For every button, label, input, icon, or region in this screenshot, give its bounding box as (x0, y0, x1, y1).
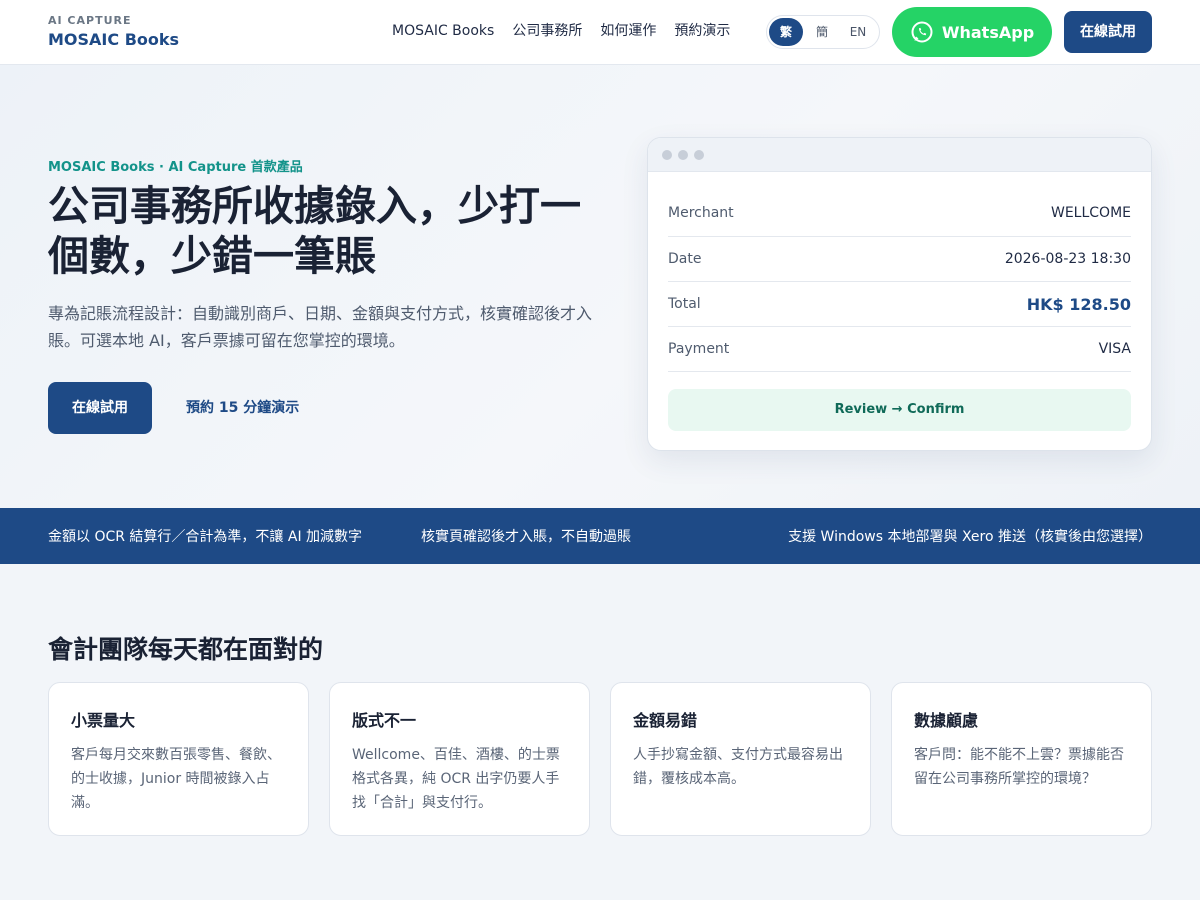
brand-kicker: AI CAPTURE (48, 14, 132, 27)
pain-card-title: 小票量大 (71, 711, 136, 730)
lang-simplified-button[interactable]: 簡 (805, 18, 839, 46)
window-titlebar (648, 138, 1151, 172)
pain-card: 數據顧慮 客戶問：能不能不上雲？票據能否留在公司事務所掌控的環境？ (891, 682, 1152, 836)
receipt-value: VISA (1098, 341, 1131, 357)
hero-trial-button[interactable]: 在線試用 (48, 382, 152, 434)
nav-link-how-it-works[interactable]: 如何運作 (600, 20, 656, 42)
stripe-item: 核實頁確認後才入賬，不自動過賬 (421, 529, 631, 545)
receipt-label: Total (668, 296, 701, 312)
lang-traditional-button[interactable]: 繁 (769, 18, 803, 46)
pain-card-body: 人手抄寫金額、支付方式最容易出錯，覆核成本高。 (633, 747, 843, 787)
hero-section: MOSAIC Books · AI Capture 首款產品 公司事務所收據錄入… (0, 65, 1200, 508)
receipt-label: Date (668, 251, 702, 267)
nav-link-mosaic-books[interactable]: MOSAIC Books (392, 20, 494, 42)
nav-link-firms[interactable]: 公司事務所 (512, 20, 582, 42)
pain-card-body: 客戶每月交來數百張零售、餐飲、的士收據，Junior 時間被錄入占滿。 (71, 747, 281, 811)
window-dot-icon (694, 149, 704, 160)
receipt-value: 2026-08-23 18:30 (1004, 251, 1131, 267)
receipt-row-total: Total HK$ 128.50 (668, 282, 1131, 327)
receipt-preview-card: Merchant WELLCOME Date 2026-08-23 18:30 … (647, 137, 1152, 451)
receipt-row-date: Date 2026-08-23 18:30 (668, 237, 1131, 282)
receipt-total-value: HK$ 128.50 (1026, 294, 1131, 314)
stripe-item: 支援 Windows 本地部署與 Xero 推送（核實後由您選擇） (788, 529, 1152, 545)
pain-card-body: 客戶問：能不能不上雲？票據能否留在公司事務所掌控的環境？ (914, 747, 1124, 787)
review-confirm-button[interactable]: Review → Confirm (668, 389, 1131, 431)
receipt-fields: Merchant WELLCOME Date 2026-08-23 18:30 … (668, 172, 1131, 372)
hero-demo-link[interactable]: 預約 15 分鐘演示 (186, 397, 299, 417)
hero-subtitle: 專為記賬流程設計：自動識別商戶、日期、金額與支付方式，核實確認後才入賬。可選本地… (48, 304, 593, 350)
receipt-value: WELLCOME (1050, 205, 1131, 221)
stripe-item: 金額以 OCR 結算行／合計為準，不讓 AI 加減數字 (48, 529, 363, 545)
header-trial-button[interactable]: 在線試用 (1064, 11, 1152, 53)
hero-title: 公司事務所收據錄入，少打一個數，少錯一筆賬 (48, 182, 581, 280)
pain-card-title: 版式不一 (352, 711, 417, 730)
pain-card: 小票量大 客戶每月交來數百張零售、餐飲、的士收據，Junior 時間被錄入占滿。 (48, 682, 309, 836)
pain-card: 金額易錯 人手抄寫金額、支付方式最容易出錯，覆核成本高。 (610, 682, 871, 836)
window-dot-icon (662, 149, 672, 160)
pain-card-body: Wellcome、百佳、酒樓、的士票格式各異，純 OCR 出字仍要人手找「合計」… (352, 747, 560, 811)
assurance-stripe: 金額以 OCR 結算行／合計為準，不讓 AI 加減數字 核實頁確認後才入賬，不自… (0, 508, 1200, 564)
nav-link-book-demo[interactable]: 預約演示 (674, 20, 730, 42)
pain-card-title: 數據顧慮 (914, 711, 979, 730)
receipt-row-merchant: Merchant WELLCOME (668, 172, 1131, 237)
receipt-row-payment: Payment VISA (668, 327, 1131, 372)
pain-section-title: 會計團隊每天都在面對的 (48, 635, 324, 664)
pain-card-title: 金額易錯 (633, 711, 698, 730)
window-dot-icon (678, 149, 688, 160)
lang-english-button[interactable]: EN (841, 18, 875, 46)
brand-name: MOSAIC Books (48, 30, 180, 49)
main-nav: MOSAIC Books 公司事務所 如何運作 預約演示 (392, 20, 730, 42)
receipt-label: Merchant (668, 205, 734, 221)
hero-eyebrow: MOSAIC Books · AI Capture 首款產品 (48, 160, 303, 175)
brand-logo[interactable]: AI CAPTURE MOSAIC Books (48, 14, 179, 51)
whatsapp-label: WhatsApp (941, 22, 1035, 42)
language-switcher: 繁 簡 EN (766, 15, 880, 49)
receipt-label: Payment (668, 341, 730, 357)
site-header: AI CAPTURE MOSAIC Books MOSAIC Books 公司事… (0, 0, 1200, 65)
whatsapp-button[interactable]: WhatsApp (892, 7, 1052, 57)
pain-card: 版式不一 Wellcome、百佳、酒樓、的士票格式各異，純 OCR 出字仍要人手… (329, 682, 590, 836)
whatsapp-icon (910, 20, 934, 44)
